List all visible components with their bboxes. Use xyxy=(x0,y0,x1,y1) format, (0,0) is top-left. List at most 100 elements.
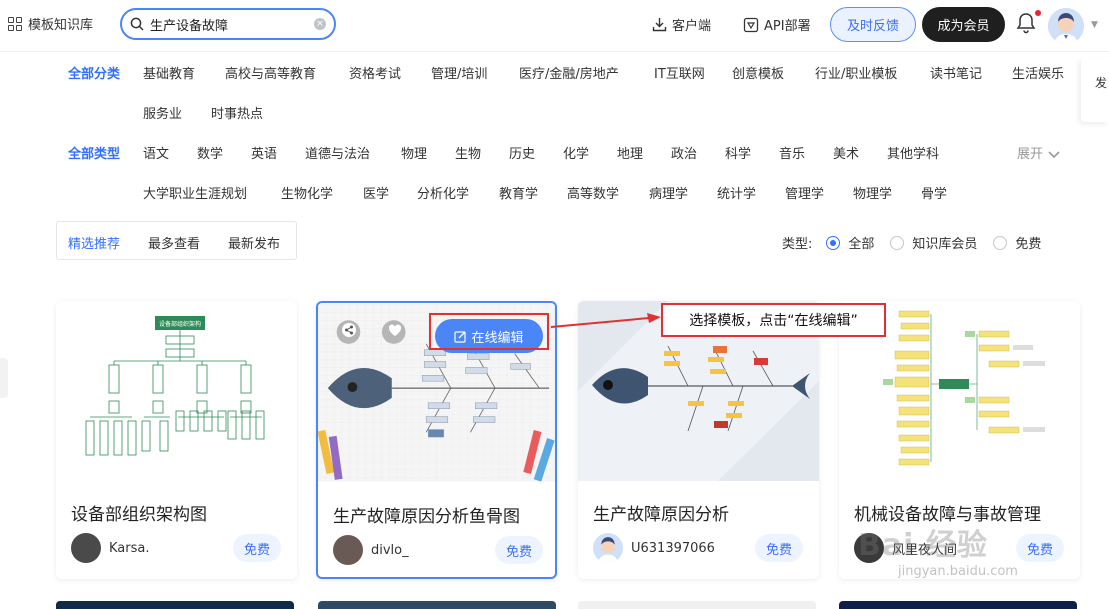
type-item[interactable]: 英语 xyxy=(251,143,277,162)
chevron-down-icon[interactable]: ▼ xyxy=(1091,20,1098,30)
type-item[interactable]: 物理 xyxy=(401,143,427,162)
tab-featured[interactable]: 精选推荐 xyxy=(68,233,120,252)
author-avatar xyxy=(593,533,623,563)
type-item[interactable]: 美术 xyxy=(833,143,859,162)
card-title: 设备部组织架构图 xyxy=(71,505,207,525)
type-all[interactable]: 全部类型 xyxy=(68,143,120,162)
type-item[interactable]: 管理学 xyxy=(785,183,824,202)
radio-free-label: 免费 xyxy=(1015,237,1042,252)
author-avatar xyxy=(71,533,101,563)
card-footer: U631397066 免费 xyxy=(593,533,803,563)
heart-icon[interactable] xyxy=(388,324,402,337)
expand-types-toggle[interactable]: 展开 xyxy=(1017,143,1061,162)
type-filter-list: 全部类型 语文 数学 英语 道德与法治 物理 生物 历史 化学 地理 政治 科学… xyxy=(0,143,1010,203)
card-footer: Karsa. 免费 xyxy=(71,533,281,563)
top-bar: 模板知识库 × 客户端 API部署 及时反馈 成为会员 ▼ xyxy=(0,0,1109,52)
chevron-down-icon xyxy=(1048,150,1060,158)
radio-all[interactable] xyxy=(826,235,841,250)
expand-label: 展开 xyxy=(1017,147,1044,162)
user-avatar[interactable] xyxy=(1048,8,1084,44)
free-badge: 免费 xyxy=(755,534,803,562)
next-card-strip xyxy=(578,601,816,609)
category-item[interactable]: 高校与高等教育 xyxy=(225,63,316,82)
radio-member-label: 知识库会员 xyxy=(912,237,978,252)
next-card-strip xyxy=(56,601,294,609)
template-card[interactable]: 设备部组织架构 设备部组织架构图 Karsa. 免费 xyxy=(56,301,297,579)
category-item[interactable]: 创意模板 xyxy=(732,63,784,82)
category-item[interactable]: 服务业 xyxy=(143,103,182,122)
type-filter-label: 类型: xyxy=(782,237,813,252)
search-box[interactable]: × xyxy=(120,8,336,40)
tab-most-viewed[interactable]: 最多查看 xyxy=(148,233,200,252)
search-icon xyxy=(130,17,144,31)
radio-free[interactable] xyxy=(993,235,1008,250)
type-item[interactable]: 教育学 xyxy=(499,183,538,202)
type-item[interactable]: 骨学 xyxy=(921,183,947,202)
api-deploy-link[interactable]: API部署 xyxy=(743,15,811,34)
type-item[interactable]: 政治 xyxy=(671,143,697,162)
next-card-strip xyxy=(839,601,1077,609)
type-item[interactable]: 分析化学 xyxy=(417,183,469,202)
free-badge: 免费 xyxy=(495,536,543,564)
category-item[interactable]: IT互联网 xyxy=(654,63,705,82)
category-filter: 全部分类 基础教育 高校与高等教育 资格考试 管理/培训 医疗/金融/房地产 I… xyxy=(0,63,1080,123)
annotation-callout: 选择模板，点击“在线编辑” xyxy=(661,303,886,337)
search-input[interactable] xyxy=(150,16,300,32)
type-item[interactable]: 地理 xyxy=(617,143,643,162)
type-radio-group: 类型: 全部 知识库会员 免费 xyxy=(782,233,1041,252)
type-item[interactable]: 道德与法治 xyxy=(305,143,370,162)
download-icon xyxy=(652,18,667,32)
type-item[interactable]: 音乐 xyxy=(779,143,805,162)
annotation-arrow-icon xyxy=(550,313,661,328)
notification-dot xyxy=(1035,10,1041,16)
category-item[interactable]: 时事热点 xyxy=(211,103,263,122)
clear-search-icon[interactable]: × xyxy=(314,18,326,30)
category-item[interactable]: 行业/职业模板 xyxy=(815,63,897,82)
share-icon[interactable] xyxy=(342,323,356,337)
become-member-button[interactable]: 成为会员 xyxy=(922,7,1005,42)
annotation-highlight-box xyxy=(429,313,549,350)
category-item[interactable]: 基础教育 xyxy=(143,63,195,82)
type-item[interactable]: 数学 xyxy=(197,143,223,162)
api-icon xyxy=(743,17,759,32)
category-item[interactable]: 管理/培训 xyxy=(431,63,487,82)
author-avatar xyxy=(333,535,363,565)
type-item[interactable]: 其他学科 xyxy=(887,143,939,162)
author-name: Karsa. xyxy=(109,540,150,556)
type-item[interactable]: 大学职业生涯规划 xyxy=(143,183,247,202)
type-item[interactable]: 语文 xyxy=(143,143,169,162)
brand-link[interactable]: 模板知识库 xyxy=(8,14,93,33)
type-item[interactable]: 生物 xyxy=(455,143,481,162)
next-card-strip xyxy=(318,601,556,609)
card-title: 生产故障原因分析 xyxy=(593,505,729,525)
api-label: API部署 xyxy=(764,19,811,34)
card-title: 生产故障原因分析鱼骨图 xyxy=(333,507,520,527)
bell-icon[interactable] xyxy=(1016,12,1036,34)
type-item[interactable]: 病理学 xyxy=(649,183,688,202)
type-item[interactable]: 物理学 xyxy=(853,183,892,202)
radio-member[interactable] xyxy=(890,235,905,250)
client-download-link[interactable]: 客户端 xyxy=(652,15,711,34)
watermark-url: jingyan.baidu.com xyxy=(898,564,1018,579)
radio-all-label: 全部 xyxy=(848,237,875,252)
template-card[interactable]: 生产故障原因分析 U631397066 免费 xyxy=(578,301,819,579)
left-drawer-handle[interactable] xyxy=(0,358,8,398)
client-label: 客户端 xyxy=(672,19,712,34)
type-item[interactable]: 化学 xyxy=(563,143,589,162)
type-item[interactable]: 生物化学 xyxy=(281,183,333,202)
category-all[interactable]: 全部分类 xyxy=(68,63,120,82)
type-item[interactable]: 历史 xyxy=(509,143,535,162)
type-item[interactable]: 高等数学 xyxy=(567,183,619,202)
type-item[interactable]: 科学 xyxy=(725,143,751,162)
category-item[interactable]: 读书笔记 xyxy=(930,63,982,82)
side-feedback-tab[interactable]: 发 xyxy=(1081,58,1109,122)
type-item[interactable]: 统计学 xyxy=(717,183,756,202)
side-tab-label: 发 xyxy=(1095,76,1108,90)
category-item[interactable]: 生活娱乐 xyxy=(1012,63,1064,82)
type-item[interactable]: 医学 xyxy=(363,183,389,202)
category-item[interactable]: 医疗/金融/房地产 xyxy=(519,63,619,82)
tab-latest[interactable]: 最新发布 xyxy=(228,233,280,252)
category-item[interactable]: 资格考试 xyxy=(349,63,401,82)
sort-tabs: 精选推荐 最多查看 最新发布 xyxy=(56,221,297,260)
feedback-button[interactable]: 及时反馈 xyxy=(830,7,916,42)
